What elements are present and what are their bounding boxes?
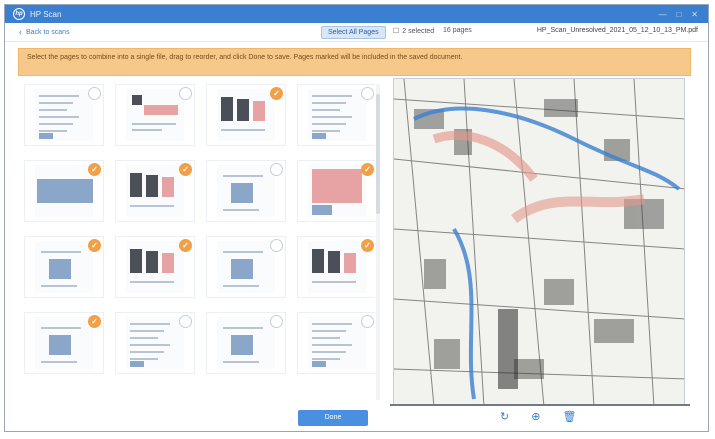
page-thumbnail[interactable]: ✓ — [115, 160, 195, 222]
page-count: 16 pages — [443, 27, 472, 34]
back-label: Back to scans — [26, 28, 70, 36]
thumbnail-panel: ✓ ✓ ✓ ✓ ✓ ✓ ✓ ✓ — [18, 84, 375, 400]
preview-toolbar: ↻ ⊕ 🗑 — [500, 410, 576, 423]
page-thumbnail[interactable]: ✓ — [297, 236, 375, 298]
map-preview-image — [394, 79, 684, 405]
page-thumbnail[interactable] — [297, 312, 375, 374]
thumbnail-image — [308, 241, 366, 293]
page-thumbnail[interactable] — [115, 84, 195, 146]
thumbnail-image — [126, 317, 184, 369]
select-checkbox[interactable]: ✓ — [88, 163, 101, 176]
page-thumbnail[interactable] — [297, 84, 375, 146]
maximize-button[interactable]: □ — [676, 10, 681, 19]
thumbnail-image — [126, 89, 184, 141]
back-link[interactable]: ‹ Back to scans — [19, 27, 70, 37]
select-checkbox[interactable] — [361, 315, 374, 328]
page-thumbnail[interactable] — [115, 312, 195, 374]
file-name[interactable]: HP_Scan_Unresolved_2021_05_12_10_13_PM.p… — [537, 27, 698, 34]
select-all-button[interactable]: Select All Pages — [321, 26, 386, 39]
thumbnail-image — [35, 317, 93, 369]
toolbar: ‹ Back to scans Select All Pages ☐ 2 sel… — [5, 23, 708, 42]
select-checkbox[interactable] — [361, 87, 374, 100]
select-checkbox[interactable] — [270, 315, 283, 328]
thumbnail-scrollbar[interactable] — [376, 84, 380, 400]
back-arrow-icon: ‹ — [19, 27, 22, 37]
rotate-icon[interactable]: ↻ — [500, 410, 509, 423]
thumbnail-image — [35, 241, 93, 293]
selected-count-text: 2 selected — [402, 27, 435, 35]
page-thumbnail[interactable]: ✓ — [24, 312, 104, 374]
preview-divider — [390, 404, 690, 406]
page-thumbnail[interactable]: ✓ — [24, 236, 104, 298]
page-thumbnail[interactable]: ✓ — [297, 160, 375, 222]
close-button[interactable]: ✕ — [691, 10, 698, 19]
select-checkbox[interactable] — [179, 315, 192, 328]
select-checkbox[interactable]: ✓ — [88, 315, 101, 328]
thumbnail-image — [308, 89, 366, 141]
select-checkbox[interactable] — [270, 239, 283, 252]
scrollbar-thumb[interactable] — [376, 94, 380, 214]
checkbox-icon: ☐ — [393, 28, 400, 35]
thumbnail-image — [308, 165, 366, 217]
minimize-button[interactable]: — — [658, 10, 666, 19]
hp-logo: hp — [13, 8, 25, 20]
thumbnail-image — [308, 317, 366, 369]
done-button[interactable]: Done — [298, 410, 368, 426]
delete-icon[interactable]: 🗑 — [562, 410, 576, 423]
select-checkbox[interactable]: ✓ — [361, 163, 374, 176]
page-thumbnail[interactable] — [206, 236, 286, 298]
select-checkbox[interactable]: ✓ — [179, 239, 192, 252]
page-thumbnail[interactable]: ✓ — [206, 84, 286, 146]
select-checkbox[interactable]: ✓ — [88, 239, 101, 252]
page-thumbnail[interactable] — [206, 312, 286, 374]
select-checkbox[interactable] — [88, 87, 101, 100]
title-bar: hp HP Scan — □ ✕ — [5, 5, 708, 23]
thumbnail-image — [35, 89, 93, 141]
thumbnail-image — [35, 165, 93, 217]
thumbnail-image — [217, 165, 275, 217]
selected-count: ☐ 2 selected — [393, 27, 435, 36]
info-banner: Select the pages to combine into a singl… — [18, 48, 691, 76]
select-checkbox[interactable] — [179, 87, 192, 100]
select-checkbox[interactable]: ✓ — [361, 239, 374, 252]
window-controls: — □ ✕ — [658, 10, 698, 19]
thumbnail-image — [217, 241, 275, 293]
zoom-icon[interactable]: ⊕ — [531, 410, 540, 423]
select-checkbox[interactable]: ✓ — [179, 163, 192, 176]
thumbnail-image — [126, 165, 184, 217]
page-thumbnail[interactable] — [24, 84, 104, 146]
page-thumbnail[interactable] — [206, 160, 286, 222]
app-title: HP Scan — [30, 9, 62, 19]
page-thumbnail[interactable]: ✓ — [115, 236, 195, 298]
thumbnail-image — [126, 241, 184, 293]
page-thumbnail[interactable]: ✓ — [24, 160, 104, 222]
thumbnail-image — [217, 89, 275, 141]
select-checkbox[interactable] — [270, 163, 283, 176]
thumbnail-grid: ✓ ✓ ✓ ✓ ✓ ✓ ✓ ✓ — [18, 84, 375, 374]
select-checkbox[interactable]: ✓ — [270, 87, 283, 100]
page-preview — [393, 78, 685, 406]
thumbnail-image — [217, 317, 275, 369]
